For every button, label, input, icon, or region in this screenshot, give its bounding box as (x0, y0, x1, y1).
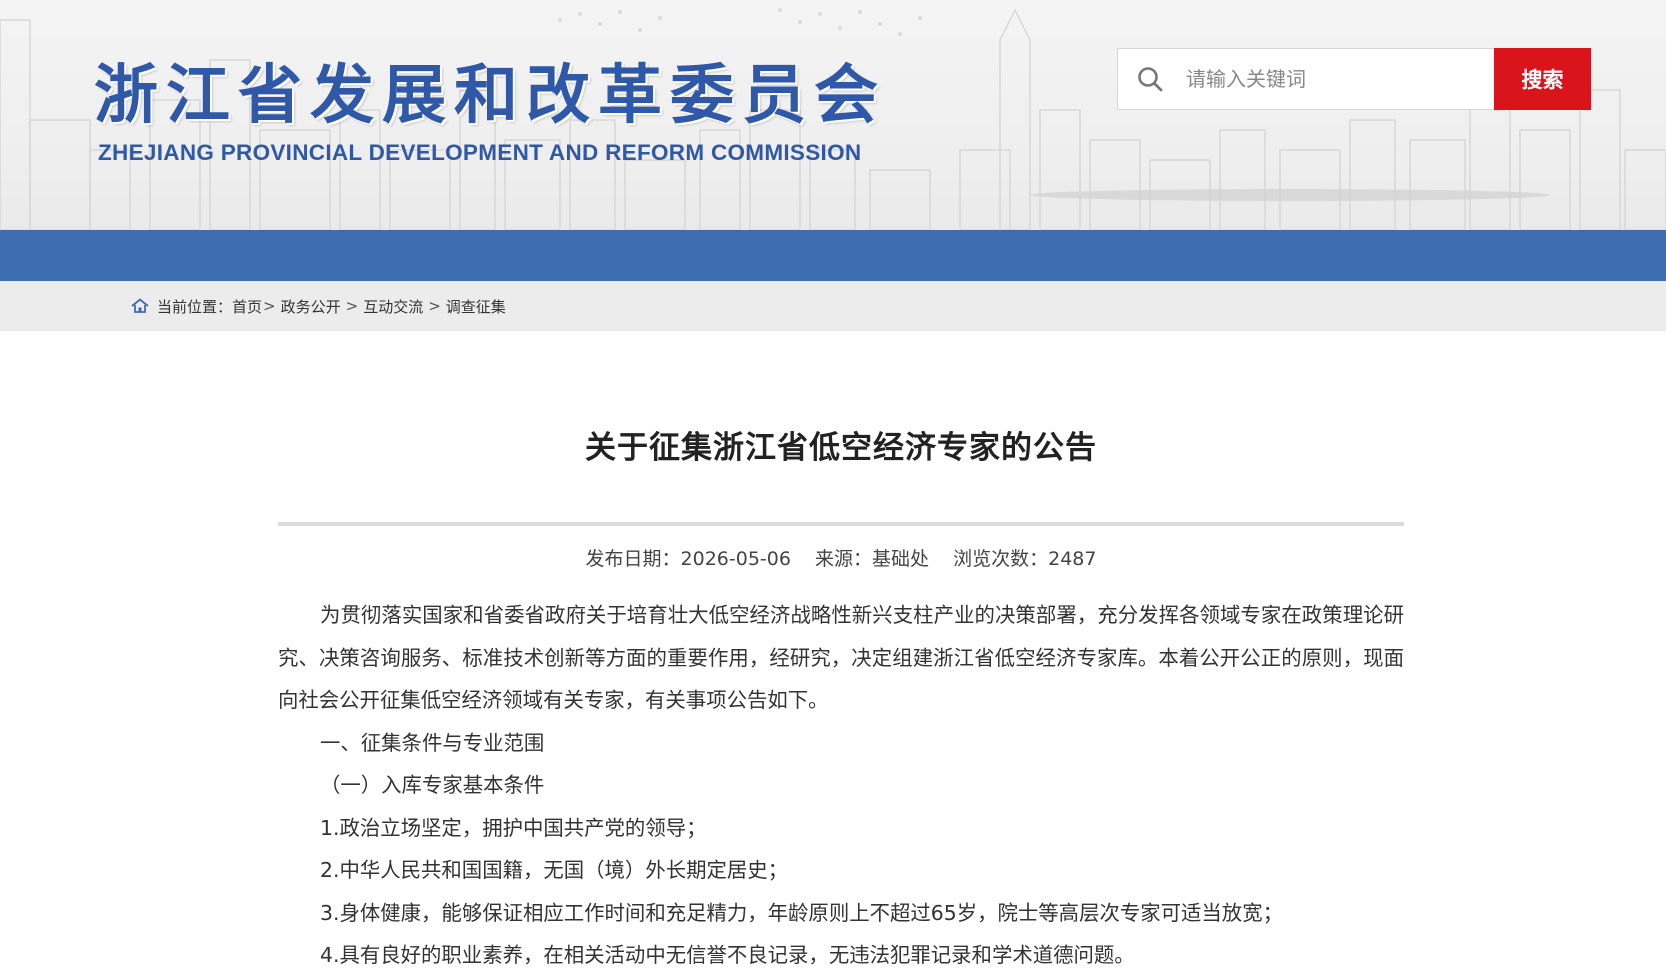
section-heading: 一、征集条件与专业范围 (320, 730, 545, 755)
site-header: 浙江省发展和改革委员会 ZHEJIANG PROVINCIAL DEVELOPM… (0, 0, 1666, 230)
breadcrumb-separator: > (345, 297, 359, 315)
article-title: 关于征集浙江省低空经济专家的公告 (585, 430, 1097, 466)
subsection-heading: （一）入库专家基本条件 (320, 773, 545, 797)
source-label: 来源： (815, 548, 873, 570)
breadcrumb: 当前位置： 首页 > 政务公开 > 互动交流 > 调查征集 (0, 281, 1666, 331)
views-value: 2487 (1048, 548, 1097, 570)
site-logo-english: ZHEJIANG PROVINCIAL DEVELOPMENT AND REFO… (98, 140, 862, 165)
breadcrumb-item-government-affairs[interactable]: 政务公开 (281, 296, 341, 317)
list-item: 4.具有良好的职业素养，在相关活动中无信誉不良记录，无违法犯罪记录和学术道德问题… (320, 943, 1135, 967)
paragraph-intro: 为贯彻落实国家和省委省政府关于培育壮大低空经济战略性新兴支柱产业的决策部署，充分… (278, 603, 1404, 712)
article-body: 为贯彻落实国家和省委省政府关于培育壮大低空经济战略性新兴支柱产业的决策部署，充分… (278, 594, 1404, 977)
search-icon (1118, 49, 1182, 109)
publish-date-value: 2026-05-06 (680, 548, 791, 570)
breadcrumb-item-home[interactable]: 首页 (232, 296, 262, 317)
breadcrumb-item-interaction[interactable]: 互动交流 (363, 296, 423, 317)
search-box: 搜索 (1117, 48, 1591, 110)
search-input[interactable] (1182, 50, 1494, 108)
list-item: 3.身体健康，能够保证相应工作时间和充足精力，年龄原则上不超过65岁，院士等高层… (320, 900, 1283, 925)
breadcrumb-separator: > (428, 297, 441, 315)
breadcrumb-separator: > (263, 297, 276, 315)
view-count: 浏览次数：2487 (953, 548, 1096, 570)
source-value: 基础处 (872, 548, 930, 570)
main-nav-bar (0, 230, 1666, 281)
publish-date: 发布日期：2026-05-06 (586, 548, 791, 570)
home-icon (131, 297, 149, 315)
breadcrumb-prefix: 当前位置： (157, 297, 233, 316)
publish-date-label: 发布日期： (585, 548, 681, 570)
search-button[interactable]: 搜索 (1494, 48, 1591, 110)
article-source: 来源：基础处 (815, 548, 929, 570)
article-meta: 发布日期：2026-05-06 来源：基础处 浏览次数：2487 (278, 544, 1404, 574)
list-item: 2.中华人民共和国国籍，无国（境）外长期定居史； (320, 858, 789, 882)
list-item: 1.政治立场坚定，拥护中国共产党的领导； (320, 815, 707, 840)
site-logo-chinese[interactable]: 浙江省发展和改革委员会 (94, 44, 886, 136)
article: 关于征集浙江省低空经济专家的公告 发布日期：2026-05-06 来源：基础处 … (278, 392, 1404, 977)
breadcrumb-item-survey[interactable]: 调查征集 (446, 296, 506, 317)
views-label: 浏览次数： (953, 548, 1049, 570)
title-divider (278, 522, 1404, 526)
